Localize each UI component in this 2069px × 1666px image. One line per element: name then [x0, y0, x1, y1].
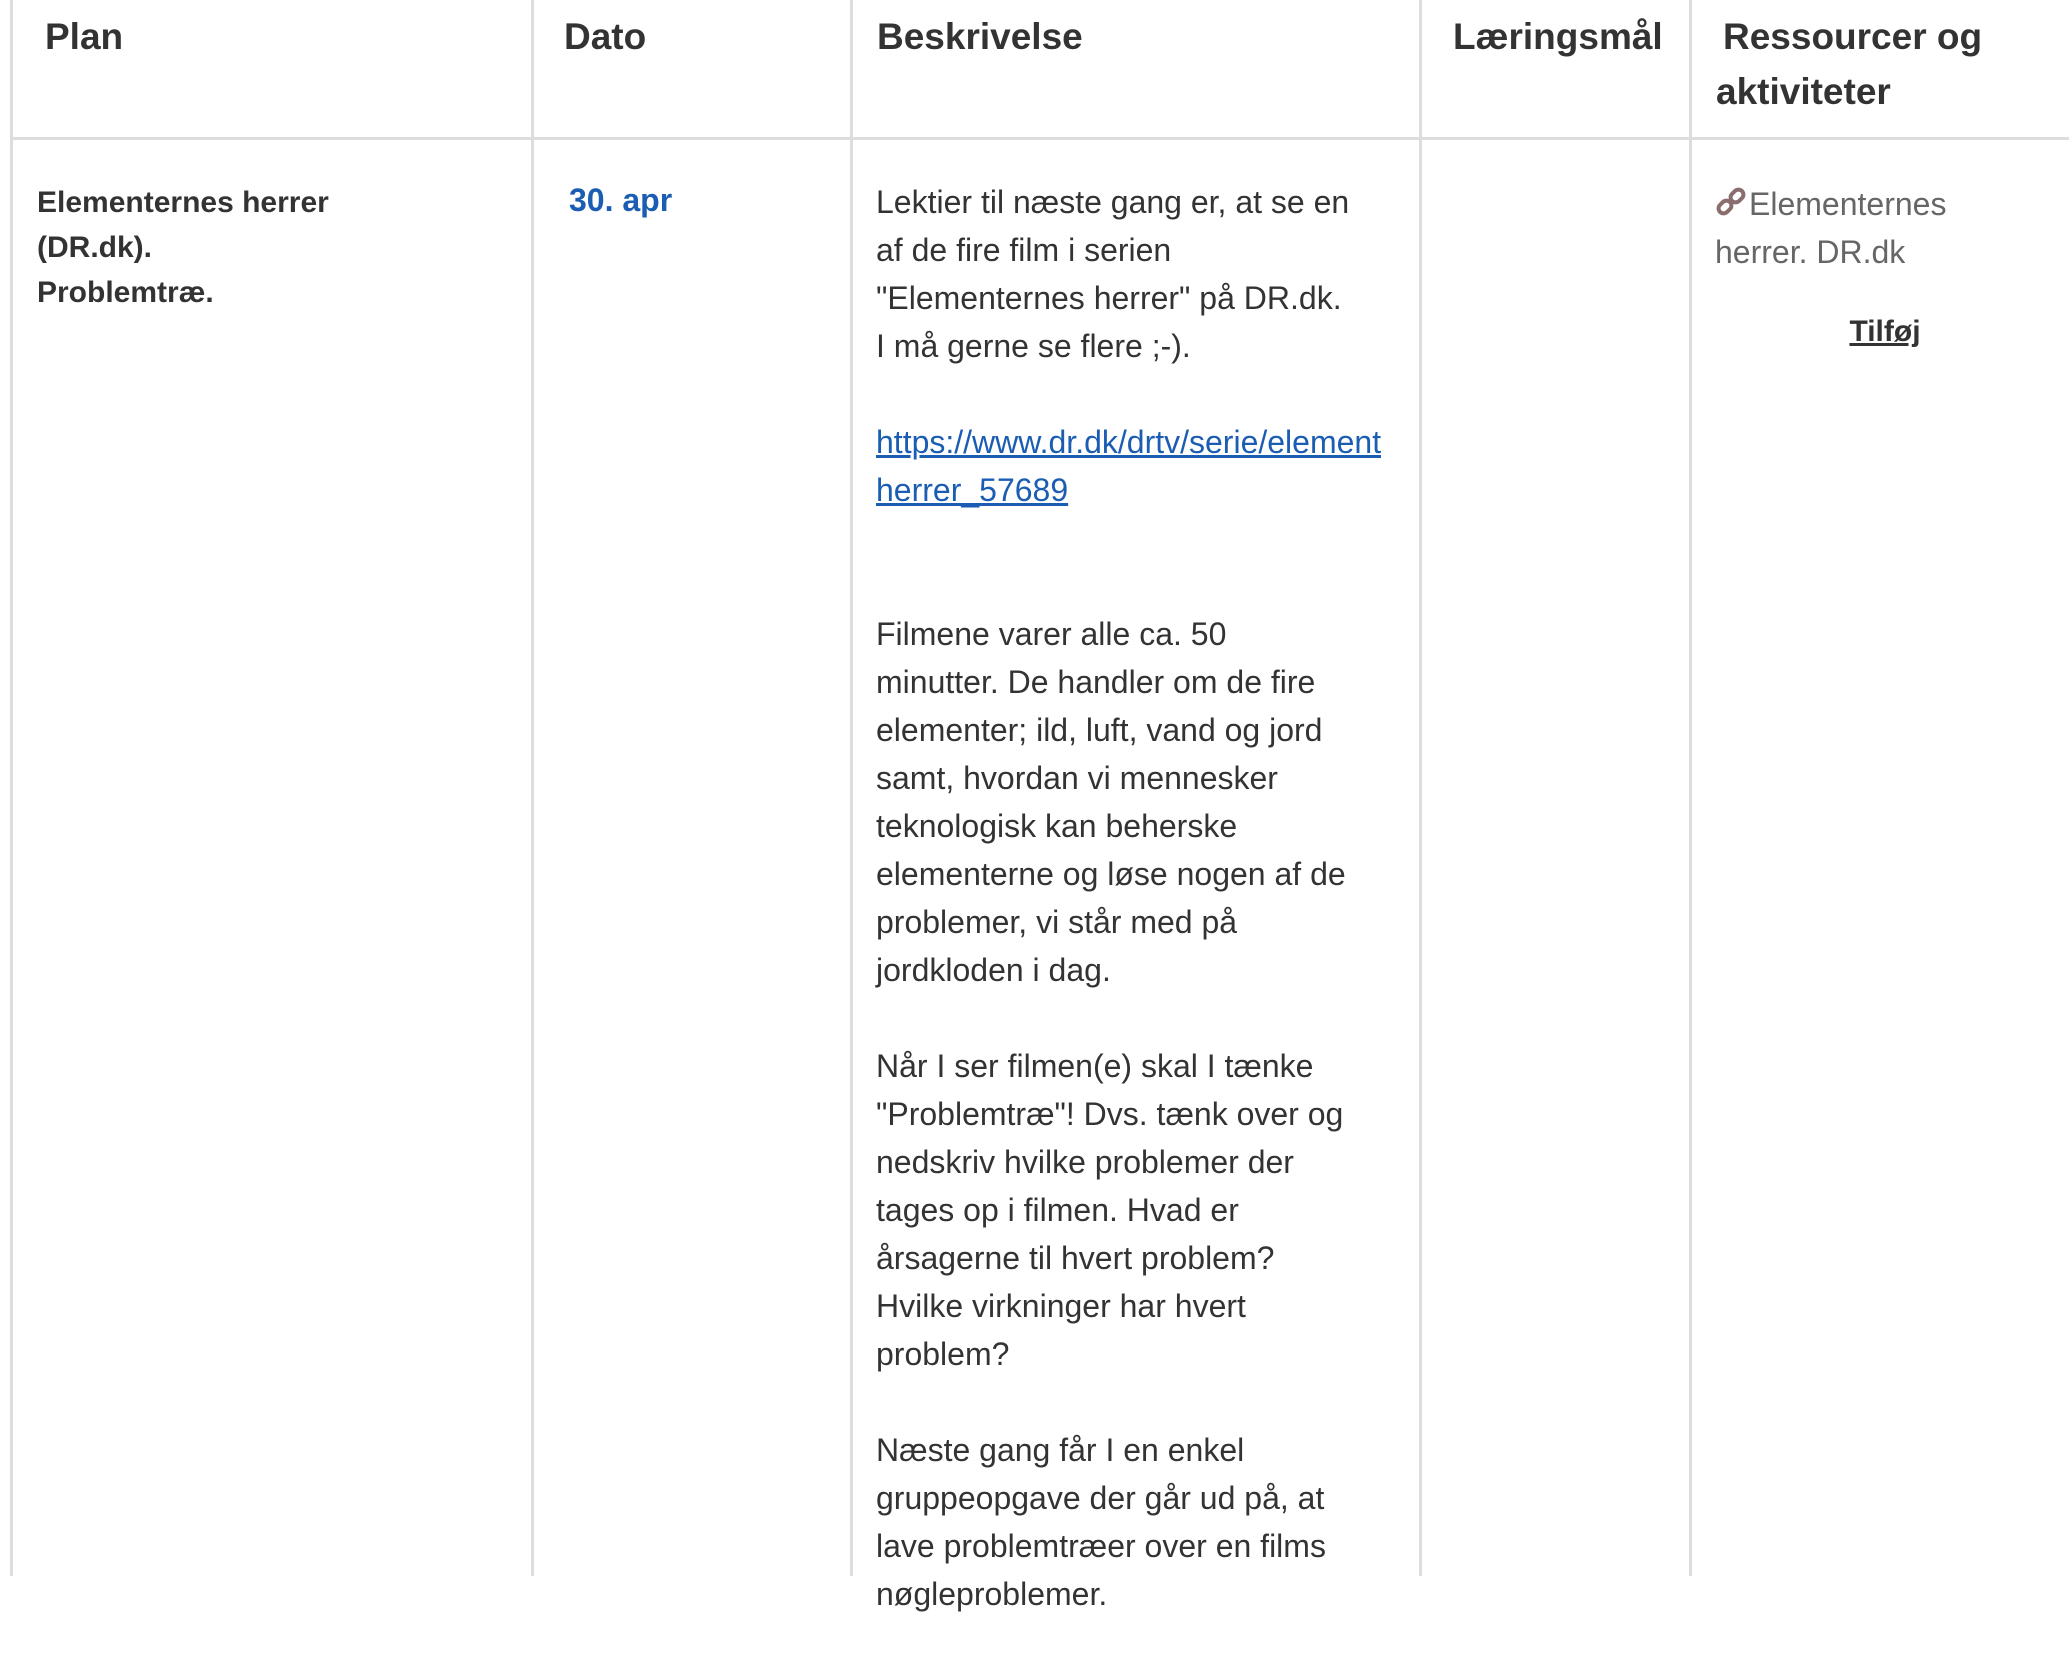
- column-divider: [850, 0, 853, 1576]
- description-paragraph: Filmene varer alle ca. 50 minutter. De h…: [876, 616, 1346, 988]
- resource-link-line1: Elementernes: [1749, 186, 1947, 222]
- header-resources-line2: aktiviteter: [1716, 71, 1891, 112]
- header-resources-line1: Ressourcer og: [1723, 16, 1983, 57]
- plan-topic: Problemtræ.: [37, 276, 214, 309]
- description-paragraph: Næste gang får I en enkel gruppeopgave d…: [876, 1432, 1326, 1612]
- dr-series-link-continued[interactable]: herrer_57689: [876, 466, 1381, 514]
- plan-source: (DR.dk).: [37, 231, 152, 264]
- add-wrapper: Tilføj: [1715, 306, 2055, 356]
- date-cell: 30. apr: [569, 176, 672, 224]
- link-icon: [1715, 185, 1749, 217]
- description-paragraph: Når I ser filmen(e) skal I tænke "Proble…: [876, 1048, 1344, 1372]
- header-description: Beskrivelse: [877, 16, 1083, 57]
- column-divider: [531, 0, 534, 1576]
- date-link[interactable]: 30. apr: [569, 182, 672, 218]
- header-resources: Ressourcer og aktiviteter: [1716, 9, 2056, 119]
- description-cell: Lektier til næste gang er, at se en af d…: [876, 178, 1391, 1666]
- table-border-left: [10, 0, 13, 1576]
- resource-link-line2: herrer. DR.dk: [1715, 234, 1906, 270]
- resources-cell: Elementernes herrer. DR.dk Tilføj: [1715, 180, 2035, 356]
- plan-title: Elementernes herrer: [37, 186, 329, 219]
- header-date[interactable]: Dato: [564, 9, 646, 64]
- description-paragraph: Lektier til næste gang er, at se en af d…: [876, 184, 1350, 364]
- lesson-plan-table: Plan Dato Beskrivelse Læringsmål Ressour…: [0, 0, 2069, 1612]
- description-link-block: https://www.dr.dk/drtv/serie/elementerne…: [876, 418, 1391, 514]
- column-divider: [1689, 0, 1692, 1576]
- plan-cell: Elementernes herrer (DR.dk). Problemtræ.: [37, 180, 507, 315]
- column-divider: [1419, 0, 1422, 1576]
- resource-link[interactable]: Elementernes herrer. DR.dk: [1715, 186, 1946, 270]
- dr-series-link[interactable]: https://www.dr.dk/drtv/serie/elementerne…: [876, 418, 1381, 466]
- header-goals: Læringsmål: [1453, 16, 1663, 57]
- header-divider: [12, 137, 2069, 140]
- add-resource-button[interactable]: Tilføj: [1849, 315, 1920, 348]
- header-plan[interactable]: Plan: [45, 9, 123, 64]
